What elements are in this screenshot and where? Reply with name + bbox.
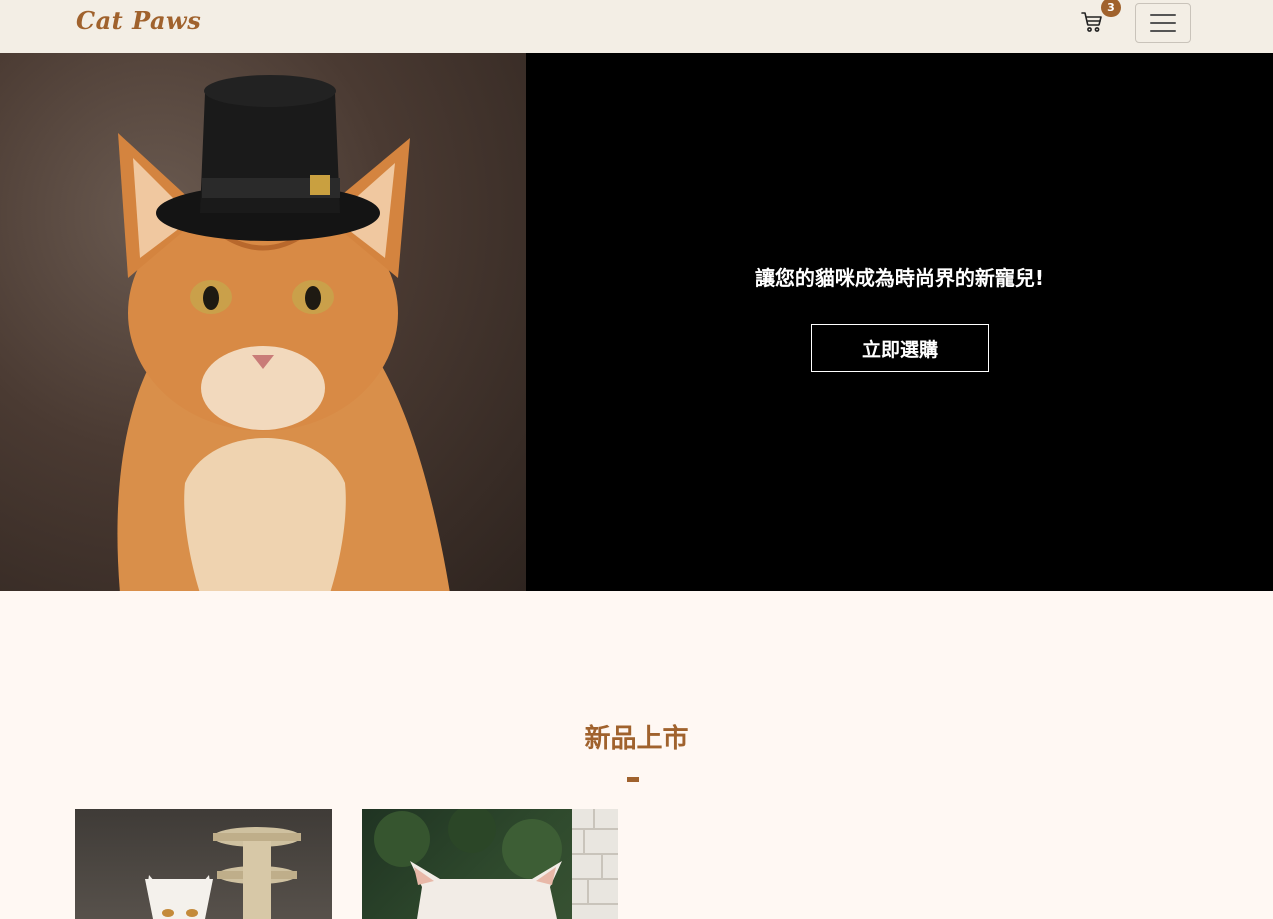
hero-cat-image <box>0 53 526 591</box>
hero-banner: 讓您的貓咪成為時尚界的新寵兒! 立即選購 <box>0 53 1273 591</box>
shop-now-button[interactable]: 立即選購 <box>811 324 989 372</box>
product-card[interactable] <box>75 809 332 919</box>
hero-content: 讓您的貓咪成為時尚界的新寵兒! 立即選購 <box>526 53 1273 591</box>
new-arrivals-title: 新品上市 <box>584 724 689 754</box>
brand-logo[interactable]: Cat Paws <box>76 6 201 35</box>
menu-toggle-button[interactable] <box>1135 3 1191 43</box>
cart-button[interactable] <box>1080 10 1106 36</box>
cart-count-badge: 3 <box>1101 0 1121 17</box>
product-card[interactable] <box>362 809 618 919</box>
navbar: Cat Paws 3 <box>0 0 1273 53</box>
hero-tagline: 讓您的貓咪成為時尚界的新寵兒! <box>754 266 1045 290</box>
hamburger-icon <box>1150 14 1176 32</box>
product-image-cat-garden <box>374 809 618 919</box>
cat-with-top-hat-illustration <box>117 75 450 591</box>
cart-icon <box>1081 12 1102 32</box>
product-image-cat-scratching-post <box>145 827 301 919</box>
title-underline <box>627 777 639 782</box>
